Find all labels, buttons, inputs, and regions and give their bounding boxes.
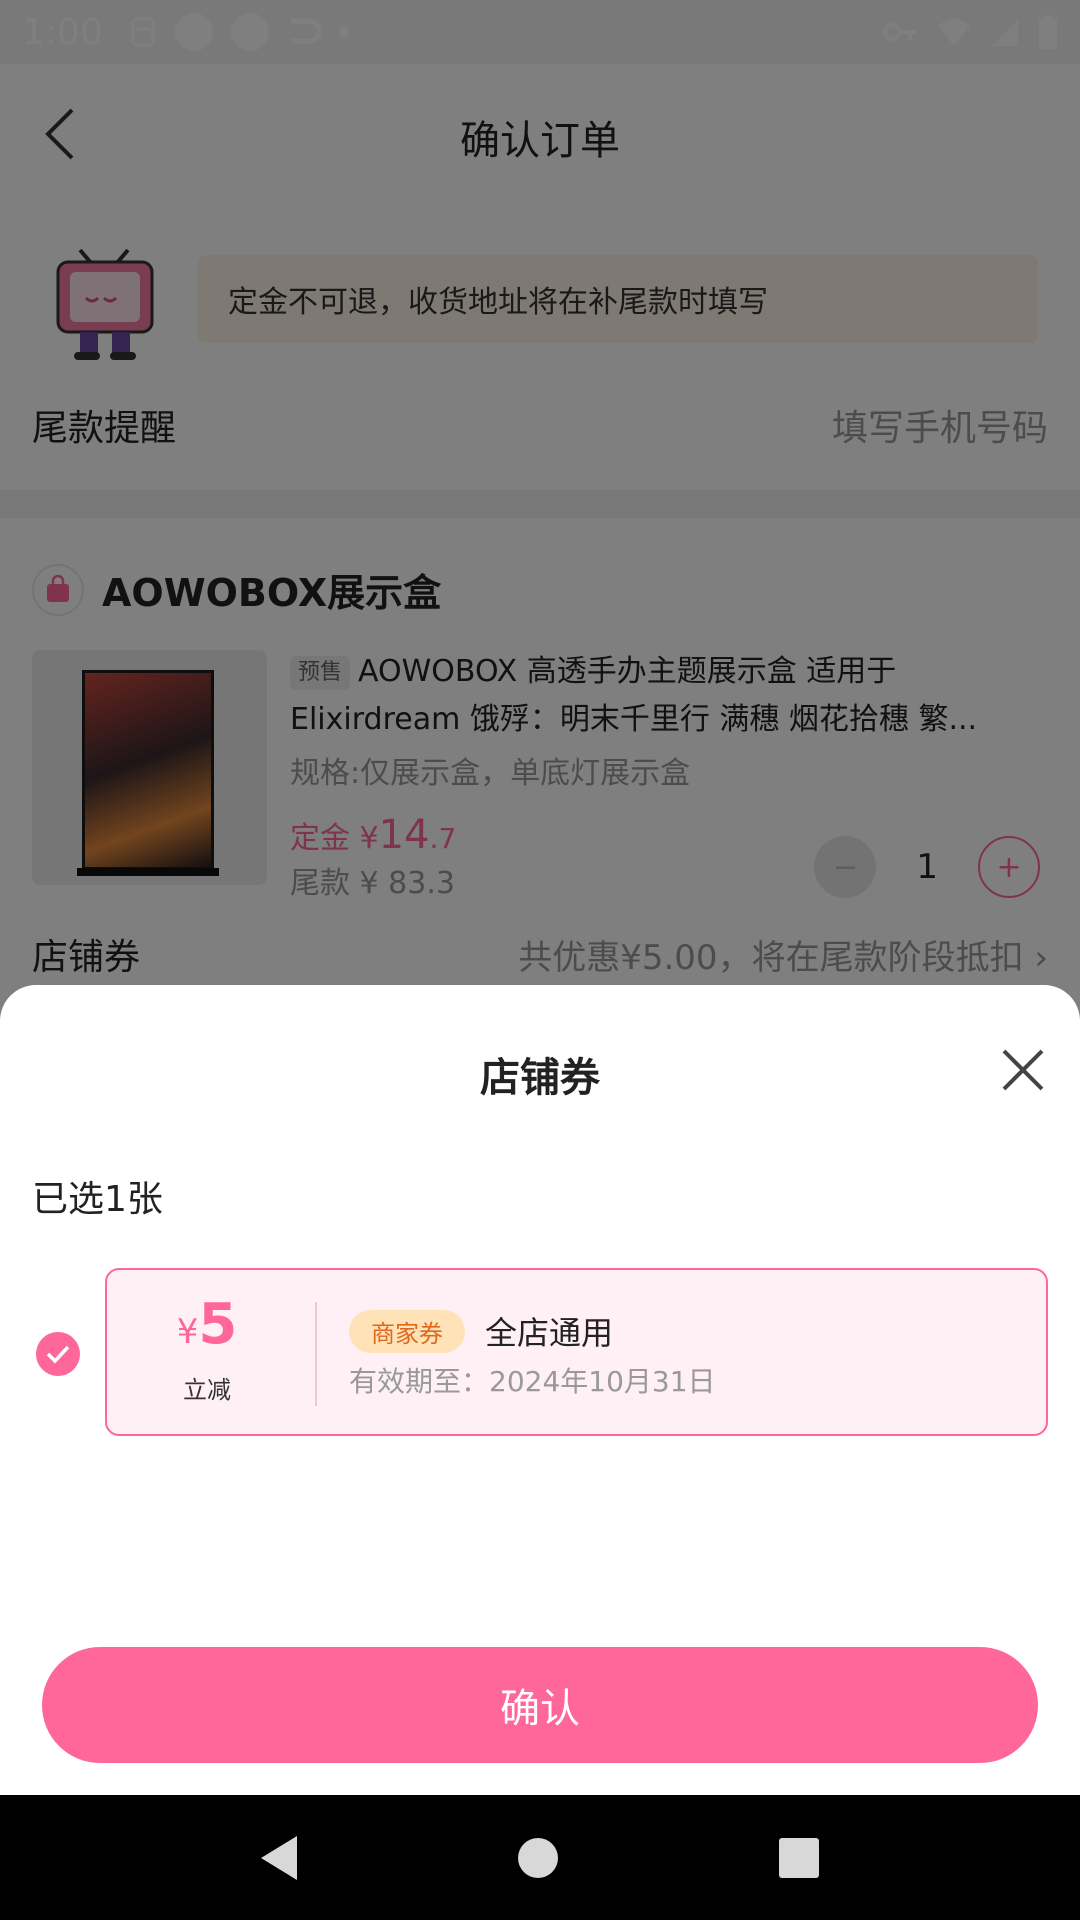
nav-home-icon[interactable] (517, 1837, 558, 1878)
merchant-coupon-tag: 商家券 (349, 1310, 465, 1353)
coupon-scope: 全店通用 (485, 1314, 614, 1352)
coupon-symbol: ¥ (176, 1312, 199, 1352)
coupon-sheet: 店铺券 已选1张 ¥5 立减 商家券 全店通用 有效期至：2024年10月31日… (0, 985, 1080, 1795)
coupon-checkbox[interactable] (36, 1332, 80, 1376)
coupon-amount: ¥5 (107, 1292, 307, 1357)
coupon-divider (315, 1302, 317, 1406)
nav-recents-icon[interactable] (779, 1837, 820, 1878)
nav-back-icon[interactable] (260, 1835, 297, 1880)
coupon-card[interactable]: ¥5 立减 商家券 全店通用 有效期至：2024年10月31日 (105, 1268, 1048, 1436)
system-nav-bar (0, 1795, 1080, 1920)
sheet-title: 店铺券 (480, 1055, 600, 1101)
coupon-expiry: 有效期至：2024年10月31日 (349, 1365, 716, 1398)
selected-count: 已选1张 (32, 1179, 163, 1220)
coupon-reduce-label: 立减 (183, 1376, 231, 1404)
check-icon (46, 1345, 70, 1364)
coupon-value: 5 (198, 1292, 238, 1357)
confirm-button[interactable]: 确认 (42, 1647, 1038, 1763)
close-icon[interactable] (998, 1045, 1048, 1095)
